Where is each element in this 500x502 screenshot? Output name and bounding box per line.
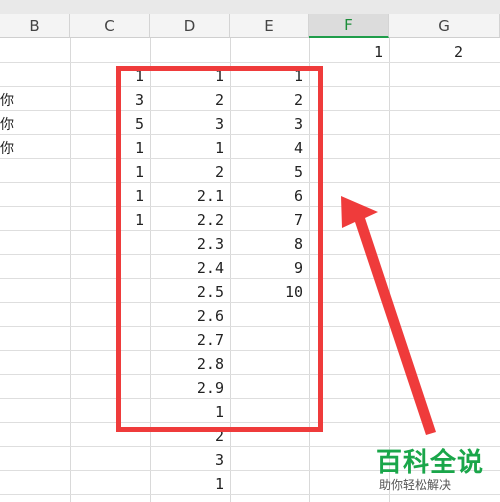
- watermark-tagline: 助你轻松解决: [379, 478, 452, 492]
- arrow-icon: [341, 196, 436, 435]
- watermark-logo: 百科全说: [376, 448, 485, 478]
